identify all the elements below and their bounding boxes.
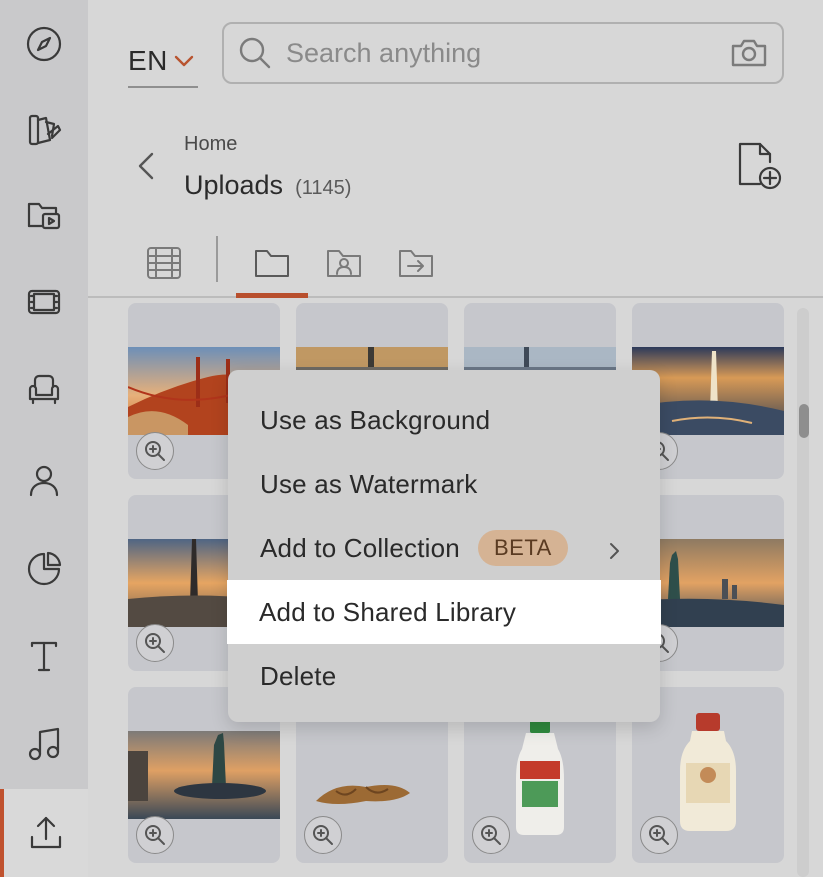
menu-item-use-as-background[interactable]: Use as Background: [228, 388, 660, 452]
design-palette-icon[interactable]: [0, 86, 88, 174]
menu-item-label: Add to Collection: [260, 532, 460, 563]
menu-item-label: Use as Background: [260, 404, 491, 435]
zoom-in-icon: [145, 633, 165, 653]
view-tabs: [88, 230, 823, 298]
tab-grid[interactable]: [128, 230, 200, 296]
user-icon[interactable]: [0, 436, 88, 524]
back-button[interactable]: [132, 146, 160, 186]
menu-item-add-to-collection[interactable]: Add to Collection BETA: [228, 516, 660, 580]
chevron-right-icon: [608, 538, 622, 569]
scrollbar-track[interactable]: [797, 308, 809, 877]
search-bar: [222, 22, 784, 84]
shared-folder-icon: [327, 250, 361, 277]
camera-icon[interactable]: [730, 38, 768, 68]
breadcrumb-home[interactable]: Home: [184, 133, 237, 156]
move-to-folder-icon: [399, 250, 433, 277]
zoom-in-icon: [649, 825, 669, 845]
tab-folders[interactable]: [236, 230, 308, 298]
pie-chart-icon[interactable]: [0, 525, 88, 613]
menu-item-use-as-watermark[interactable]: Use as Watermark: [228, 452, 660, 516]
menu-item-label: Add to Shared Library: [259, 596, 517, 627]
beta-badge: BETA: [477, 530, 568, 566]
compass-icon[interactable]: [0, 0, 88, 88]
upload-icon[interactable]: [0, 789, 88, 877]
tab-shared[interactable]: [308, 230, 380, 296]
croissant-image: [316, 785, 410, 804]
zoom-button[interactable]: [136, 816, 174, 854]
zoom-in-icon: [313, 825, 333, 845]
music-note-icon[interactable]: [0, 700, 88, 788]
menu-item-delete[interactable]: Delete: [228, 644, 660, 708]
statue-of-liberty-island-image: [128, 731, 280, 819]
film-icon[interactable]: [0, 258, 88, 346]
grid-icon: [147, 247, 181, 279]
scrollbar-thumb[interactable]: [799, 404, 809, 438]
zoom-button[interactable]: [640, 816, 678, 854]
armchair-icon[interactable]: [0, 345, 88, 433]
new-file-button[interactable]: [734, 140, 784, 192]
zoom-in-icon: [145, 825, 165, 845]
left-sidebar: [0, 0, 88, 877]
text-icon[interactable]: [0, 612, 88, 700]
zoom-in-icon: [145, 441, 165, 461]
zoom-button[interactable]: [136, 624, 174, 662]
page-title-row: Uploads (1145): [184, 170, 351, 201]
item-count: (1145): [295, 177, 352, 199]
search-icon: [239, 37, 271, 69]
language-selector[interactable]: EN: [128, 36, 198, 88]
menu-item-label: Delete: [260, 660, 337, 691]
video-folder-icon[interactable]: [0, 172, 88, 260]
menu-item-label: Use as Watermark: [260, 468, 478, 499]
folder-icon: [255, 250, 289, 277]
context-menu: Use as Background Use as Watermark Add t…: [227, 370, 661, 722]
tab-divider: [216, 236, 218, 282]
page-title: Uploads: [184, 170, 284, 200]
zoom-button[interactable]: [136, 432, 174, 470]
zoom-button[interactable]: [304, 816, 342, 854]
language-code: EN: [128, 45, 168, 76]
add-file-icon: [738, 142, 782, 190]
menu-item-add-to-shared-library[interactable]: Add to Shared Library: [227, 580, 661, 644]
chevron-left-icon: [138, 152, 154, 180]
zoom-in-icon: [481, 825, 501, 845]
search-input[interactable]: [286, 37, 716, 69]
tab-move[interactable]: [380, 230, 452, 296]
chevron-down-icon: [174, 55, 194, 67]
zoom-button[interactable]: [472, 816, 510, 854]
